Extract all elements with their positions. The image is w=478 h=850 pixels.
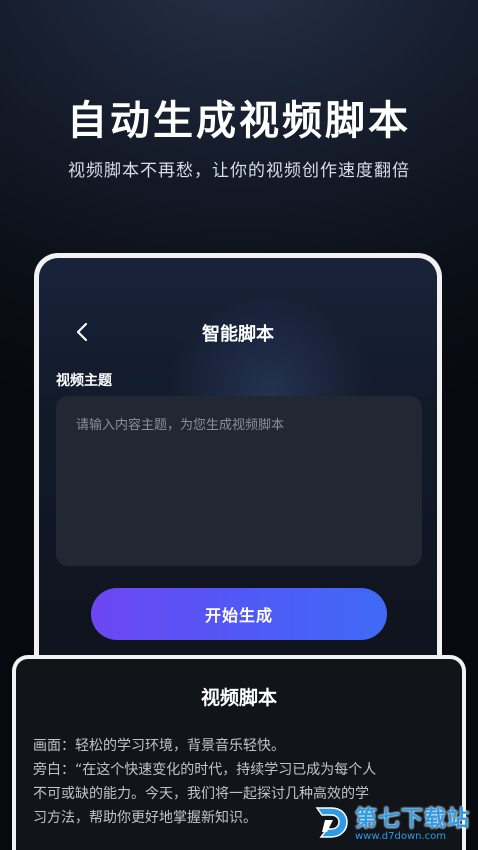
start-generate-button[interactable]: 开始生成 (91, 588, 387, 640)
d7-logo-icon (315, 806, 348, 838)
screen-title: 智能脚本 (202, 324, 274, 345)
hero-title: 自动生成视频脚本 (67, 98, 411, 144)
watermark-url: www.d7down.com (354, 831, 447, 842)
result-line: 画面：轻松的学习环境，背景音乐轻快。 (33, 738, 285, 754)
result-line: 旁白：“在这个快速变化的时代，持续学习已成为每个人 (33, 762, 377, 778)
phone-frame: 智能脚本 视频主题 开始生成 (34, 253, 442, 693)
topic-label: 视频主题 (56, 373, 112, 389)
topic-input[interactable] (56, 396, 422, 566)
watermark: 第七下载站 www.d7down.com (311, 801, 470, 842)
hero-subtitle: 视频脚本不再愁，让你的视频创作速度翻倍 (68, 161, 410, 181)
watermark-name: 第七下载站 (354, 807, 470, 832)
result-title: 视频脚本 (200, 687, 277, 709)
